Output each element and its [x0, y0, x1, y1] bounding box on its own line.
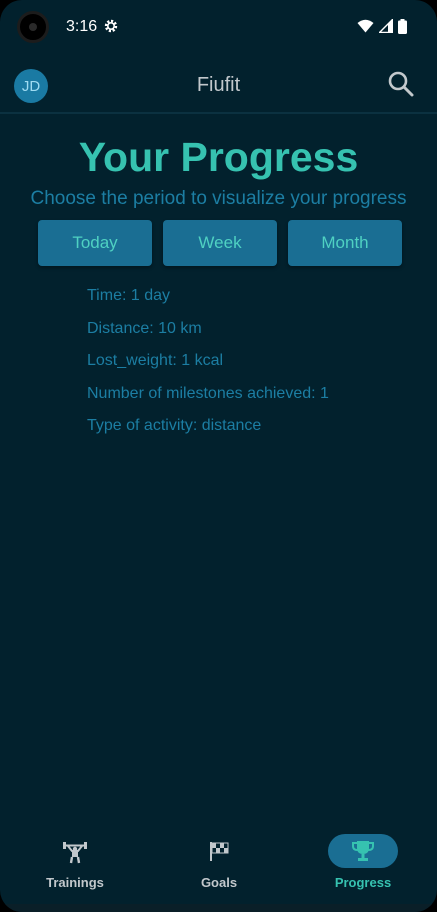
signal-icon	[379, 19, 393, 33]
battery-icon	[398, 18, 407, 34]
camera-cutout	[17, 11, 49, 43]
stat-distance: Distance: 10 km	[87, 319, 202, 337]
search-icon[interactable]	[387, 70, 415, 98]
nav-label-trainings: Trainings	[46, 875, 104, 890]
stat-milestones: Number of milestones achieved: 1	[87, 384, 329, 402]
stat-time: Time: 1 day	[87, 287, 170, 304]
nav-label-goals: Goals	[200, 875, 238, 890]
status-bar: 3:16	[0, 0, 437, 56]
app-bar: JD Fiufit	[0, 56, 437, 114]
nav-item-progress[interactable]: Progress	[303, 822, 423, 912]
today-button[interactable]: Today	[38, 220, 152, 266]
week-button[interactable]: Week	[163, 220, 277, 266]
wifi-icon	[357, 19, 374, 33]
active-indicator	[328, 834, 398, 868]
nav-label-progress: Progress	[334, 875, 392, 890]
phone-screen: 3:16 JD Fiufit Your Progress Choose the …	[0, 0, 437, 912]
system-icons	[357, 17, 407, 35]
settings-gear-icon	[104, 19, 118, 33]
status-time: 3:16	[66, 18, 98, 35]
app-title: Fiufit	[196, 74, 241, 96]
nav-item-trainings[interactable]: Trainings	[15, 822, 135, 912]
stat-lost-weight: Lost_weight: 1 kcal	[87, 352, 224, 369]
page-subtitle: Choose the period to visualize your prog…	[30, 188, 407, 209]
trophy-icon	[352, 841, 374, 861]
gesture-bar	[0, 904, 437, 912]
stat-activity-type: Type of activity: distance	[87, 417, 262, 434]
nav-item-goals[interactable]: Goals	[159, 822, 279, 912]
month-button[interactable]: Month	[288, 220, 402, 266]
checkered-flag-icon	[210, 842, 229, 861]
progress-stats: Time: 1 day Distance: 10 km Lost_weight:…	[87, 287, 329, 450]
page-title: Your Progress	[78, 134, 359, 180]
bottom-navigation: Trainings Goals Progress	[0, 822, 437, 912]
weightlifter-icon	[63, 842, 87, 864]
